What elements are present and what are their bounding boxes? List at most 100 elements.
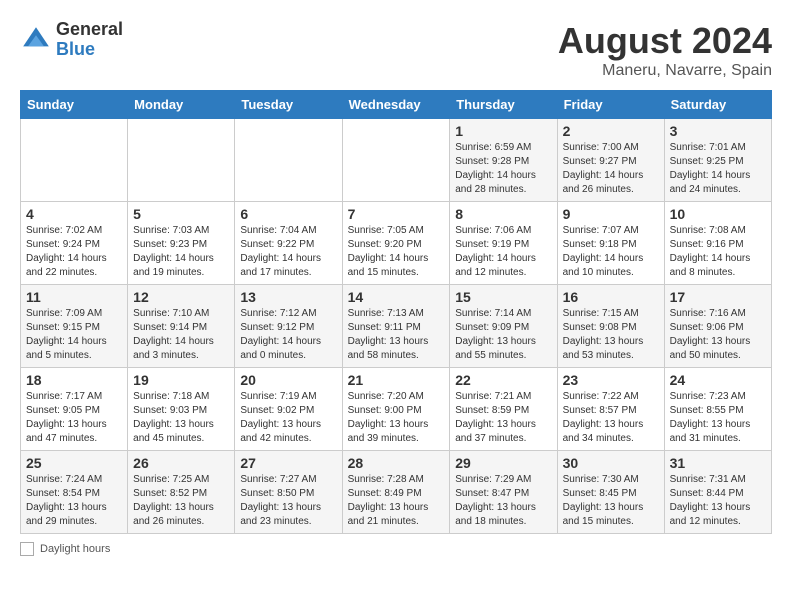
day-number: 6 [240,206,336,222]
title-area: August 2024 Maneru, Navarre, Spain [558,20,772,80]
calendar-cell: 27 Sunrise: 7:27 AM Sunset: 8:50 PM Dayl… [235,451,342,534]
calendar-cell: 4 Sunrise: 7:02 AM Sunset: 9:24 PM Dayli… [21,202,128,285]
calendar-cell: 22 Sunrise: 7:21 AM Sunset: 8:59 PM Dayl… [450,368,557,451]
day-number: 10 [670,206,766,222]
day-info: Sunrise: 7:30 AM Sunset: 8:45 PM Dayligh… [563,473,659,529]
day-info: Sunrise: 7:19 AM Sunset: 9:02 PM Dayligh… [240,390,336,446]
logo-general: General [56,20,123,40]
day-info: Sunrise: 7:04 AM Sunset: 9:22 PM Dayligh… [240,224,336,280]
calendar-cell: 30 Sunrise: 7:30 AM Sunset: 8:45 PM Dayl… [557,451,664,534]
day-info: Sunrise: 7:18 AM Sunset: 9:03 PM Dayligh… [133,390,229,446]
calendar-cell: 12 Sunrise: 7:10 AM Sunset: 9:14 PM Dayl… [128,285,235,368]
day-number: 12 [133,289,229,305]
day-number: 18 [26,372,122,388]
location: Maneru, Navarre, Spain [558,62,772,80]
calendar-cell: 20 Sunrise: 7:19 AM Sunset: 9:02 PM Dayl… [235,368,342,451]
calendar-cell: 14 Sunrise: 7:13 AM Sunset: 9:11 PM Dayl… [342,285,450,368]
day-number: 21 [348,372,445,388]
logo: General Blue [20,20,123,60]
day-number: 7 [348,206,445,222]
day-number: 22 [455,372,551,388]
calendar-week-row: 25 Sunrise: 7:24 AM Sunset: 8:54 PM Dayl… [21,451,772,534]
calendar-cell: 24 Sunrise: 7:23 AM Sunset: 8:55 PM Dayl… [664,368,771,451]
day-info: Sunrise: 7:13 AM Sunset: 9:11 PM Dayligh… [348,307,445,363]
day-info: Sunrise: 7:06 AM Sunset: 9:19 PM Dayligh… [455,224,551,280]
calendar-cell: 9 Sunrise: 7:07 AM Sunset: 9:18 PM Dayli… [557,202,664,285]
day-info: Sunrise: 7:21 AM Sunset: 8:59 PM Dayligh… [455,390,551,446]
calendar-cell: 28 Sunrise: 7:28 AM Sunset: 8:49 PM Dayl… [342,451,450,534]
calendar-cell: 8 Sunrise: 7:06 AM Sunset: 9:19 PM Dayli… [450,202,557,285]
calendar-cell: 13 Sunrise: 7:12 AM Sunset: 9:12 PM Dayl… [235,285,342,368]
day-number: 3 [670,123,766,139]
day-info: Sunrise: 7:14 AM Sunset: 9:09 PM Dayligh… [455,307,551,363]
day-number: 20 [240,372,336,388]
calendar-cell: 23 Sunrise: 7:22 AM Sunset: 8:57 PM Dayl… [557,368,664,451]
day-info: Sunrise: 7:20 AM Sunset: 9:00 PM Dayligh… [348,390,445,446]
calendar-cell: 6 Sunrise: 7:04 AM Sunset: 9:22 PM Dayli… [235,202,342,285]
month-title: August 2024 [558,20,772,62]
day-number: 19 [133,372,229,388]
calendar-cell: 15 Sunrise: 7:14 AM Sunset: 9:09 PM Dayl… [450,285,557,368]
weekday-header-saturday: Saturday [664,91,771,119]
day-info: Sunrise: 7:10 AM Sunset: 9:14 PM Dayligh… [133,307,229,363]
calendar-week-row: 18 Sunrise: 7:17 AM Sunset: 9:05 PM Dayl… [21,368,772,451]
calendar-cell: 17 Sunrise: 7:16 AM Sunset: 9:06 PM Dayl… [664,285,771,368]
day-info: Sunrise: 7:31 AM Sunset: 8:44 PM Dayligh… [670,473,766,529]
day-number: 17 [670,289,766,305]
day-number: 15 [455,289,551,305]
weekday-header-friday: Friday [557,91,664,119]
day-info: Sunrise: 7:28 AM Sunset: 8:49 PM Dayligh… [348,473,445,529]
day-number: 30 [563,455,659,471]
day-number: 24 [670,372,766,388]
calendar-cell [128,119,235,202]
day-number: 13 [240,289,336,305]
day-number: 23 [563,372,659,388]
logo-icon [20,24,52,56]
day-info: Sunrise: 7:23 AM Sunset: 8:55 PM Dayligh… [670,390,766,446]
day-number: 2 [563,123,659,139]
calendar: SundayMondayTuesdayWednesdayThursdayFrid… [20,90,772,534]
day-number: 14 [348,289,445,305]
weekday-header-row: SundayMondayTuesdayWednesdayThursdayFrid… [21,91,772,119]
day-info: Sunrise: 7:25 AM Sunset: 8:52 PM Dayligh… [133,473,229,529]
calendar-cell: 16 Sunrise: 7:15 AM Sunset: 9:08 PM Dayl… [557,285,664,368]
day-info: Sunrise: 7:17 AM Sunset: 9:05 PM Dayligh… [26,390,122,446]
day-info: Sunrise: 7:24 AM Sunset: 8:54 PM Dayligh… [26,473,122,529]
weekday-header-wednesday: Wednesday [342,91,450,119]
calendar-cell: 11 Sunrise: 7:09 AM Sunset: 9:15 PM Dayl… [21,285,128,368]
calendar-cell: 3 Sunrise: 7:01 AM Sunset: 9:25 PM Dayli… [664,119,771,202]
day-number: 16 [563,289,659,305]
logo-blue: Blue [56,40,123,60]
logo-text: General Blue [56,20,123,60]
calendar-cell [21,119,128,202]
day-info: Sunrise: 7:09 AM Sunset: 9:15 PM Dayligh… [26,307,122,363]
day-info: Sunrise: 7:29 AM Sunset: 8:47 PM Dayligh… [455,473,551,529]
day-info: Sunrise: 7:05 AM Sunset: 9:20 PM Dayligh… [348,224,445,280]
day-info: Sunrise: 7:16 AM Sunset: 9:06 PM Dayligh… [670,307,766,363]
calendar-cell: 5 Sunrise: 7:03 AM Sunset: 9:23 PM Dayli… [128,202,235,285]
day-info: Sunrise: 7:22 AM Sunset: 8:57 PM Dayligh… [563,390,659,446]
day-number: 11 [26,289,122,305]
day-number: 25 [26,455,122,471]
calendar-cell: 18 Sunrise: 7:17 AM Sunset: 9:05 PM Dayl… [21,368,128,451]
legend-label: Daylight hours [40,543,110,555]
day-number: 4 [26,206,122,222]
day-number: 28 [348,455,445,471]
day-info: Sunrise: 7:01 AM Sunset: 9:25 PM Dayligh… [670,141,766,197]
day-info: Sunrise: 7:15 AM Sunset: 9:08 PM Dayligh… [563,307,659,363]
calendar-cell: 25 Sunrise: 7:24 AM Sunset: 8:54 PM Dayl… [21,451,128,534]
day-info: Sunrise: 7:02 AM Sunset: 9:24 PM Dayligh… [26,224,122,280]
weekday-header-sunday: Sunday [21,91,128,119]
day-info: Sunrise: 6:59 AM Sunset: 9:28 PM Dayligh… [455,141,551,197]
calendar-cell: 7 Sunrise: 7:05 AM Sunset: 9:20 PM Dayli… [342,202,450,285]
calendar-cell: 26 Sunrise: 7:25 AM Sunset: 8:52 PM Dayl… [128,451,235,534]
calendar-cell: 31 Sunrise: 7:31 AM Sunset: 8:44 PM Dayl… [664,451,771,534]
calendar-cell: 10 Sunrise: 7:08 AM Sunset: 9:16 PM Dayl… [664,202,771,285]
day-number: 27 [240,455,336,471]
calendar-cell [235,119,342,202]
calendar-cell: 29 Sunrise: 7:29 AM Sunset: 8:47 PM Dayl… [450,451,557,534]
calendar-cell: 2 Sunrise: 7:00 AM Sunset: 9:27 PM Dayli… [557,119,664,202]
calendar-week-row: 4 Sunrise: 7:02 AM Sunset: 9:24 PM Dayli… [21,202,772,285]
day-number: 5 [133,206,229,222]
calendar-cell [342,119,450,202]
